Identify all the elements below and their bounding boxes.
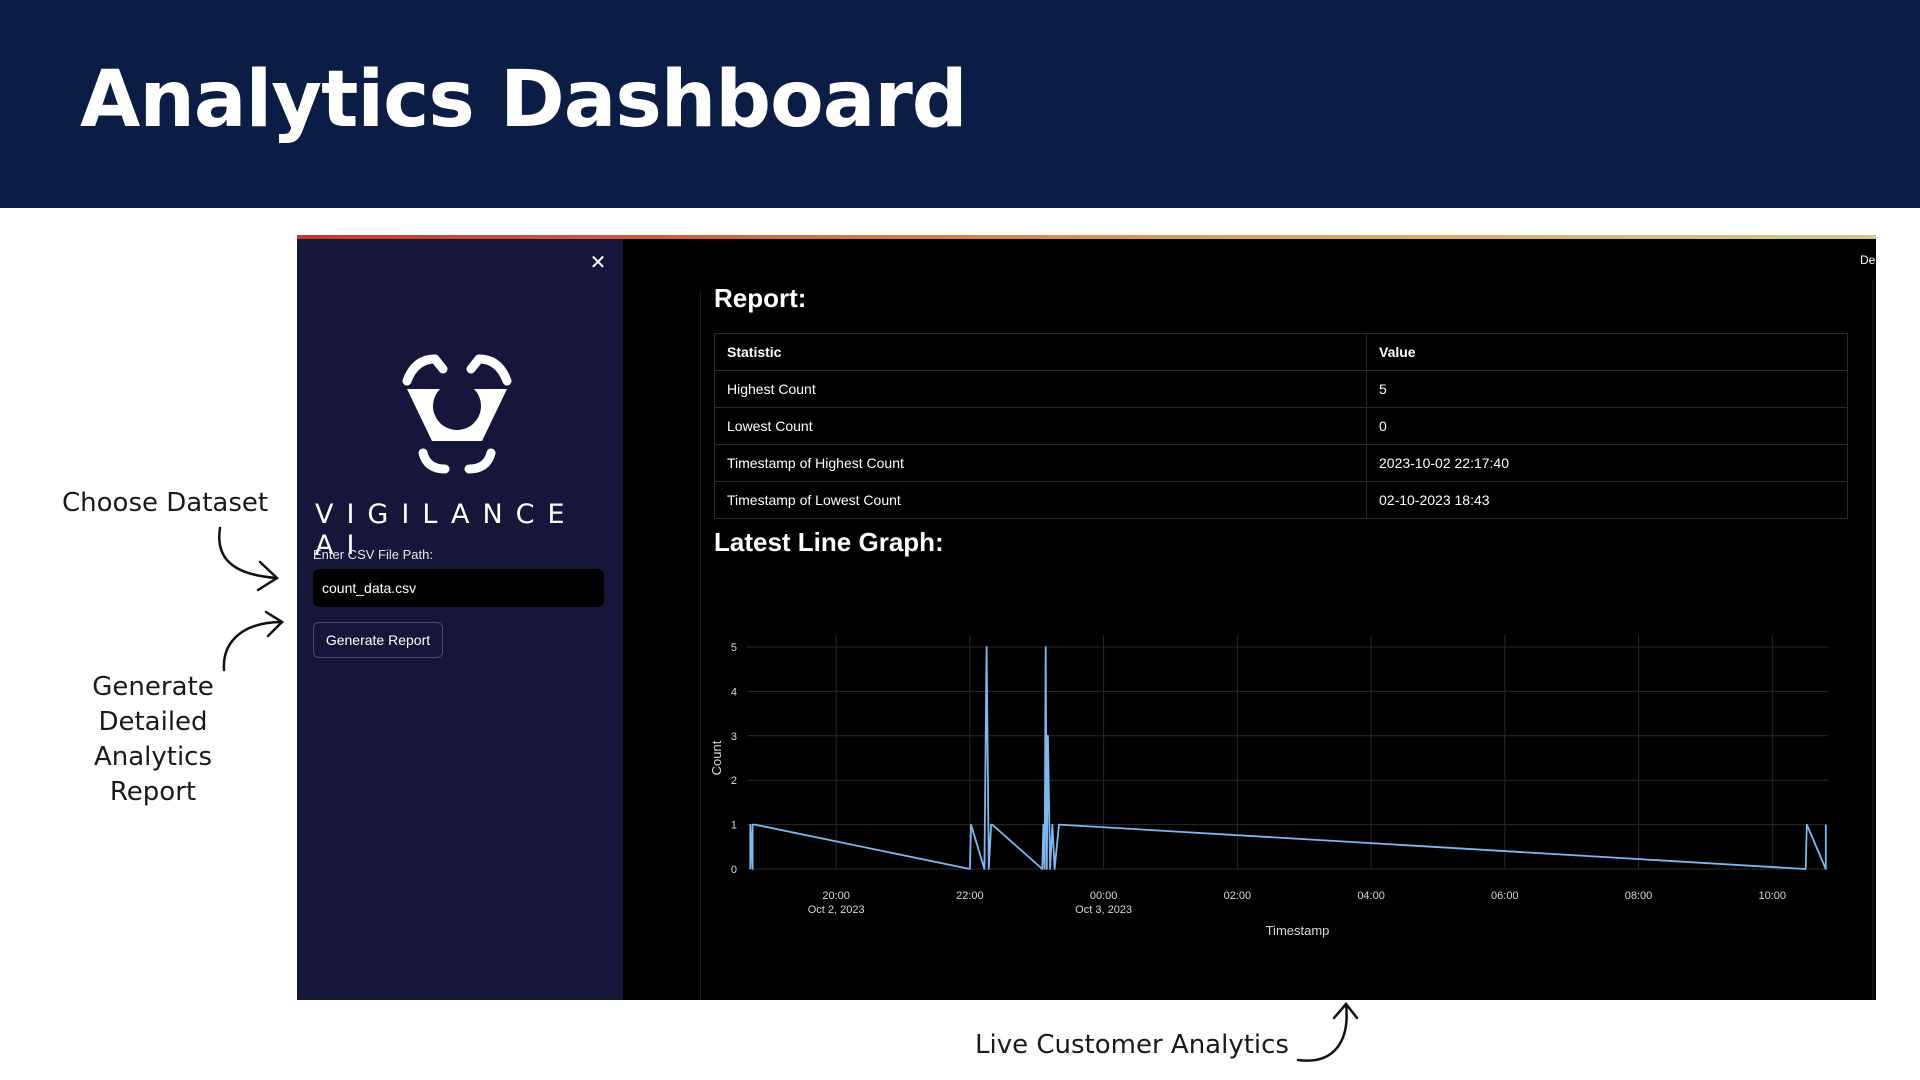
report-heading: Report: — [714, 283, 807, 313]
annotation-live-customer: Live Customer Analytics — [975, 1030, 1289, 1060]
table-cell: Timestamp of Lowest Count — [714, 481, 1367, 519]
line-chart[interactable]: 0 1 2 3 4 5 20:00 Oct 2, 2023 22:00 00:00 Oct 3, 2… — [693, 619, 1863, 1000]
annotation-choose-dataset: Choose Dataset — [62, 488, 269, 518]
arrow-report — [222, 620, 284, 672]
y-tick-label: 5 — [731, 642, 737, 654]
table-cell: 0 — [1366, 407, 1848, 445]
x-tick-label: 10:00 — [1759, 890, 1787, 902]
table-cell: 5 — [1366, 370, 1848, 408]
series-line-0 — [749, 646, 1827, 870]
close-icon[interactable]: ✕ — [587, 251, 609, 273]
annotation-line: Detailed — [98, 707, 208, 737]
x-tick-label: 08:00 — [1625, 890, 1653, 902]
csv-path-input[interactable] — [313, 569, 604, 607]
table-row: Timestamp of Highest Count 2023-10-02 22… — [714, 444, 1848, 482]
app-window: ✕ VIGILANCE AI Enter CSV File Path: Gene… — [297, 235, 1876, 1000]
annotation-line: Report — [109, 777, 197, 807]
table-row: Lowest Count 0 — [714, 407, 1848, 445]
y-tick-label: 1 — [731, 820, 737, 832]
x-tick-label: 02:00 — [1224, 890, 1252, 902]
annotation-generate-report: Generate Detailed Analytics Report — [78, 670, 228, 810]
x-tick-label: 00:00 — [1090, 890, 1118, 902]
table-header-row: Statistic Value — [714, 333, 1848, 371]
main-content: Deploy Report: Statistic Value Highest C… — [623, 239, 1876, 1000]
y-axis-title: Count — [709, 740, 724, 775]
x-tick-sublabel: Oct 3, 2023 — [1075, 904, 1132, 916]
graph-heading: Latest Line Graph: — [714, 527, 944, 557]
table-cell: 02-10-2023 18:43 — [1366, 481, 1848, 519]
table-cell: Highest Count — [714, 370, 1367, 408]
column-header: Value — [1366, 333, 1848, 371]
table-row: Timestamp of Lowest Count 02-10-2023 18:… — [714, 481, 1848, 519]
table-cell: 2023-10-02 22:17:40 — [1366, 444, 1848, 482]
x-tick-label: 04:00 — [1357, 890, 1385, 902]
csv-path-label: Enter CSV File Path: — [313, 547, 433, 562]
column-header: Statistic — [714, 333, 1367, 371]
annotation-line: Generate — [92, 672, 214, 702]
generate-report-button[interactable]: Generate Report — [313, 622, 443, 658]
x-tick-label: 06:00 — [1491, 890, 1519, 902]
table-cell: Timestamp of Highest Count — [714, 444, 1367, 482]
x-tick-label: 20:00 — [822, 890, 850, 902]
y-tick-label: 2 — [731, 775, 737, 787]
x-tick-label: 22:00 — [956, 890, 984, 902]
sidebar: ✕ VIGILANCE AI Enter CSV File Path: Gene… — [297, 239, 623, 1000]
arrow-report-head — [264, 610, 284, 638]
vigilance-logo — [402, 354, 512, 474]
x-tick-sublabel: Oct 2, 2023 — [808, 904, 865, 916]
table-row: Highest Count 5 — [714, 370, 1848, 408]
header-band: Analytics Dashboard — [0, 0, 1920, 208]
report-table: Statistic Value Highest Count 5 Lowest C… — [714, 333, 1848, 519]
scrollbar[interactable] — [1872, 279, 1874, 1000]
arrow-live — [1296, 1002, 1348, 1062]
arrow-dataset — [218, 526, 279, 580]
arrow-dataset-head — [256, 560, 280, 592]
page-title: Analytics Dashboard — [80, 55, 968, 145]
y-tick-label: 0 — [731, 864, 737, 876]
y-tick-label: 3 — [731, 731, 737, 743]
x-axis-title: Timestamp — [1266, 923, 1330, 938]
y-tick-label: 4 — [731, 686, 737, 698]
deploy-button[interactable]: Deploy — [1860, 253, 1876, 267]
table-cell: Lowest Count — [714, 407, 1367, 445]
annotation-line: Analytics — [93, 742, 213, 772]
arrow-live-head — [1332, 1002, 1359, 1020]
